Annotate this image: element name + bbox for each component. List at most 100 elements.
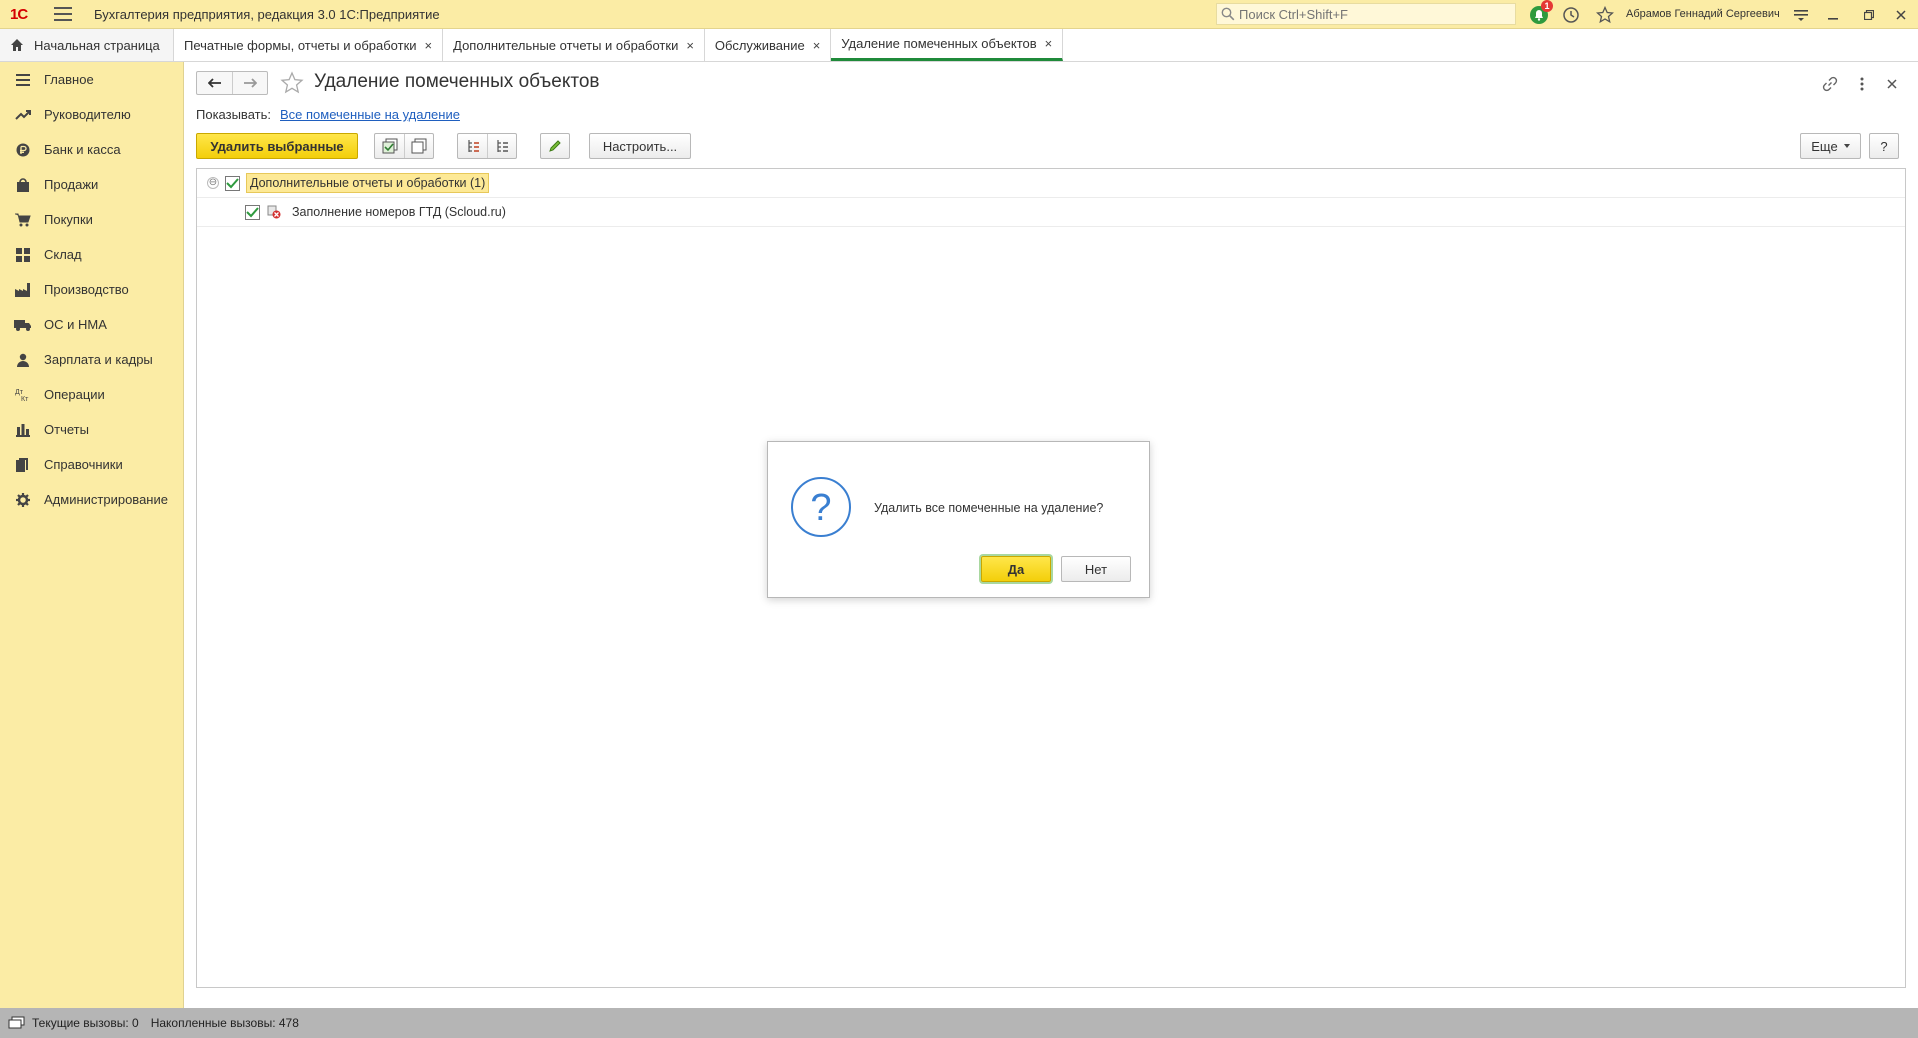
check-all-button[interactable]	[375, 134, 404, 158]
history-icon[interactable]	[1560, 4, 1582, 26]
sidebar-item-catalogs[interactable]: Справочники	[0, 447, 183, 482]
sidebar-item-label: Справочники	[44, 457, 123, 472]
close-tab-icon[interactable]: ×	[686, 38, 694, 53]
main-menu-icon[interactable]	[54, 7, 72, 21]
more-button[interactable]: Еще	[1800, 133, 1861, 159]
collapse-tree-icon	[497, 140, 508, 152]
checkmark-icon	[226, 177, 239, 188]
sidebar-item-production[interactable]: Производство	[0, 272, 183, 307]
status-bar: Текущие вызовы: 0 Накопленные вызовы: 47…	[0, 1008, 1918, 1038]
app-logo[interactable]: 1С	[10, 5, 44, 23]
dialog-message: Удалить все помеченные на удаление?	[874, 501, 1104, 515]
title-bar: 1С Бухгалтерия предприятия, редакция 3.0…	[0, 0, 1918, 29]
sidebar-item-warehouse[interactable]: Склад	[0, 237, 183, 272]
tab-label: Обслуживание	[714, 37, 805, 53]
sidebar-item-label: Операции	[44, 387, 105, 402]
tab-home[interactable]: Начальная страница	[0, 29, 174, 61]
close-form-icon[interactable]	[1882, 74, 1902, 94]
svg-text:Дт: Дт	[15, 389, 24, 396]
close-tab-icon[interactable]: ×	[425, 38, 433, 53]
confirm-dialog: ? Удалить все помеченные на удаление? Да…	[767, 441, 1150, 598]
sidebar-item-salary[interactable]: Зарплата и кадры	[0, 342, 183, 377]
no-button[interactable]: Нет	[1061, 556, 1131, 582]
user-name[interactable]: Абрамов Геннадий Сергеевич	[1626, 8, 1780, 20]
restore-icon[interactable]	[1856, 4, 1882, 26]
arrow-right-icon	[244, 78, 257, 88]
tree-group-label: Дополнительные отчеты и обработки (1)	[246, 173, 490, 193]
sidebar-item-label: Склад	[44, 247, 82, 262]
collapse-toggle-icon[interactable]: ⊖	[207, 177, 219, 189]
svg-text:?: ?	[810, 487, 831, 529]
gear-icon	[14, 491, 32, 509]
person-icon	[14, 351, 32, 369]
navigation-buttons	[196, 71, 268, 95]
sidebar-item-sales[interactable]: Продажи	[0, 167, 183, 202]
marked-for-deletion-icon	[266, 204, 282, 220]
expand-tree-button[interactable]	[458, 134, 487, 158]
bar-chart-icon	[14, 421, 32, 439]
group-checkbox[interactable]	[225, 175, 240, 191]
truck-icon	[14, 316, 32, 334]
yes-button[interactable]: Да	[981, 556, 1051, 582]
close-tab-icon[interactable]: ×	[813, 38, 821, 53]
favorite-star-icon[interactable]	[280, 71, 304, 95]
sidebar-item-purchases[interactable]: Покупки	[0, 202, 183, 237]
windows-icon[interactable]	[8, 1016, 26, 1030]
link-icon[interactable]	[1820, 74, 1840, 94]
sidebar-item-fixed-assets[interactable]: ОС и НМА	[0, 307, 183, 342]
notifications-bell-icon[interactable]: 1	[1528, 0, 1553, 26]
notification-count-badge: 1	[1541, 0, 1553, 12]
search-input[interactable]	[1239, 6, 1509, 22]
collapse-tree-button[interactable]	[487, 134, 516, 158]
chevron-down-icon	[1843, 144, 1850, 148]
uncheck-all-icon	[411, 138, 427, 154]
tab-print-forms[interactable]: Печатные формы, отчеты и обработки ×	[174, 29, 444, 61]
sidebar-item-label: Банк и касса	[44, 142, 121, 157]
ruble-icon	[14, 141, 32, 159]
tab-delete-marked[interactable]: Удаление помеченных объектов ×	[831, 29, 1064, 61]
sidebar-item-label: Руководителю	[44, 107, 131, 122]
more-actions-icon[interactable]	[1852, 74, 1872, 94]
pencil-icon	[549, 140, 561, 152]
search-box[interactable]	[1216, 3, 1516, 25]
sidebar-item-manager[interactable]: Руководителю	[0, 97, 183, 132]
tab-maintenance[interactable]: Обслуживание ×	[704, 29, 832, 61]
bag-icon	[14, 176, 32, 194]
minimize-icon[interactable]	[1820, 4, 1846, 26]
tree-group-row[interactable]: ⊖ Дополнительные отчеты и обработки (1)	[197, 169, 1905, 198]
help-button[interactable]: ?	[1869, 133, 1899, 159]
sidebar-item-label: Зарплата и кадры	[44, 352, 153, 367]
close-window-icon[interactable]	[1888, 4, 1914, 26]
back-button[interactable]	[197, 72, 232, 94]
tab-label: Удаление помеченных объектов	[841, 36, 1037, 51]
delete-selected-button[interactable]: Удалить выбранные	[196, 133, 358, 159]
tab-home-label: Начальная страница	[34, 37, 160, 53]
sidebar-item-administration[interactable]: Администрирование	[0, 482, 183, 517]
tab-additional-reports[interactable]: Дополнительные отчеты и обработки ×	[443, 29, 705, 61]
current-calls: Текущие вызовы: 0	[32, 1016, 139, 1030]
item-checkbox[interactable]	[245, 204, 260, 220]
tree-item-row[interactable]: Заполнение номеров ГТД (Scloud.ru)	[197, 198, 1905, 227]
sidebar-item-label: Главное	[44, 72, 94, 87]
question-icon: ?	[790, 476, 852, 538]
edit-button[interactable]	[540, 133, 570, 159]
configure-button[interactable]: Настроить...	[589, 133, 691, 159]
close-tab-icon[interactable]: ×	[1045, 36, 1053, 51]
sidebar-item-label: Отчеты	[44, 422, 89, 437]
sidebar-item-main[interactable]: Главное	[0, 62, 183, 97]
tab-label: Печатные формы, отчеты и обработки	[184, 37, 417, 53]
uncheck-all-button[interactable]	[404, 134, 433, 158]
sidebar-item-bank[interactable]: Банк и касса	[0, 132, 183, 167]
svg-text:Кт: Кт	[21, 396, 29, 402]
checkmark-icon	[246, 206, 259, 217]
forward-button[interactable]	[232, 72, 267, 94]
favorites-star-icon[interactable]	[1594, 4, 1616, 26]
sidebar-item-operations[interactable]: Дт Кт Операции	[0, 377, 183, 412]
sidebar-item-label: Покупки	[44, 212, 93, 227]
check-all-icon	[382, 138, 397, 154]
app-title: Бухгалтерия предприятия, редакция 3.0 1С…	[94, 6, 440, 22]
show-filter-link[interactable]: Все помеченные на удаление	[280, 107, 460, 122]
settings-menu-icon[interactable]	[1788, 4, 1814, 26]
sidebar-item-reports[interactable]: Отчеты	[0, 412, 183, 447]
tab-label: Дополнительные отчеты и обработки	[453, 37, 679, 53]
